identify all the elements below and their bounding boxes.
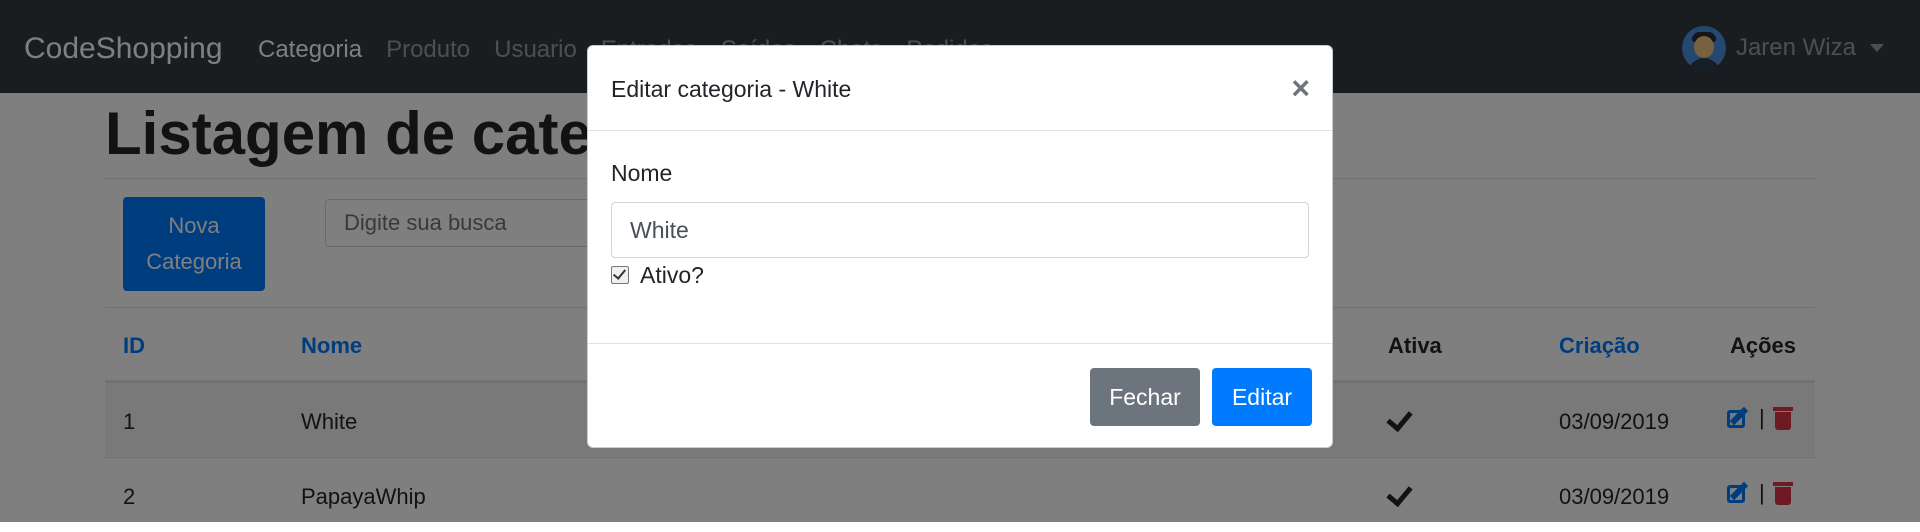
close-button[interactable]: Fechar	[1090, 368, 1200, 426]
modal-title: Editar categoria - White	[611, 76, 852, 102]
modal-header: Editar categoria - White ×	[588, 46, 1332, 131]
name-label: Nome	[611, 160, 673, 186]
edit-button[interactable]: Editar	[1212, 368, 1312, 426]
close-icon[interactable]: ×	[1291, 72, 1310, 104]
divider	[588, 343, 1332, 344]
name-input[interactable]: White	[611, 202, 1309, 258]
active-checkbox[interactable]	[611, 266, 629, 284]
active-label[interactable]: Ativo?	[640, 262, 704, 289]
edit-category-modal: Editar categoria - White × Nome White At…	[587, 45, 1333, 448]
